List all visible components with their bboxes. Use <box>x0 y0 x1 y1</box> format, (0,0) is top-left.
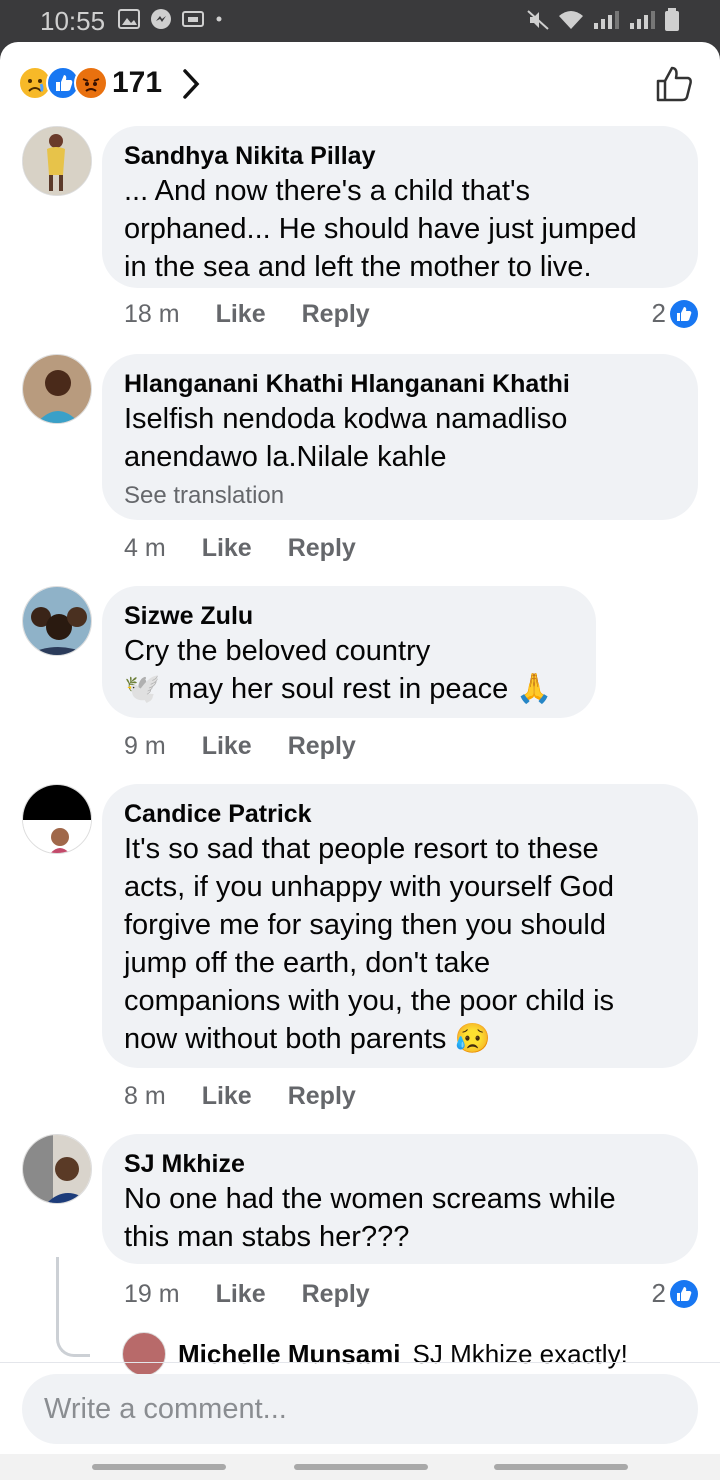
signal-icon-2 <box>630 11 655 29</box>
reaction-number: 2 <box>651 298 666 328</box>
mute-icon <box>527 10 549 30</box>
comment-composer[interactable] <box>22 1374 698 1444</box>
like-outline-icon[interactable] <box>654 64 694 104</box>
messenger-icon <box>151 9 171 29</box>
composer-divider <box>0 1362 720 1363</box>
comment-time: 9 m <box>124 732 166 760</box>
reply-thread-line <box>56 1257 90 1357</box>
comment-reaction-count[interactable]: 2 <box>652 1278 698 1309</box>
reply-author[interactable]: Michelle Munsami <box>178 1339 401 1370</box>
avatar[interactable] <box>22 1134 92 1204</box>
cast-icon <box>182 11 204 27</box>
comment-author[interactable]: SJ Mkhize <box>124 1148 676 1180</box>
system-icons <box>526 8 680 32</box>
reactions-header: 171 <box>0 42 720 126</box>
nav-pill-right[interactable] <box>494 1464 628 1470</box>
nav-pill-left[interactable] <box>92 1464 226 1470</box>
signal-icon <box>594 11 619 29</box>
like-button[interactable]: Like <box>202 732 252 761</box>
avatar[interactable] <box>22 126 92 196</box>
comment-text: ... And now there's a child that's orpha… <box>124 175 637 283</box>
status-bar: 10:55 <box>0 0 720 44</box>
status-time: 10:55 <box>40 6 106 36</box>
comment-actions: 18 m Like Reply <box>124 300 370 329</box>
reply-preview[interactable]: Michelle Munsami SJ Mkhize exactly! <box>122 1332 628 1376</box>
angry-reaction-icon <box>74 66 108 100</box>
avatar[interactable] <box>22 586 92 656</box>
comment-text: Cry the beloved country 🕊️ may her soul … <box>124 635 553 705</box>
comment-actions: 4 m Like Reply <box>124 534 356 563</box>
reply-button[interactable]: Reply <box>288 534 356 563</box>
like-button[interactable]: Like <box>202 534 252 563</box>
avatar[interactable] <box>122 1332 166 1376</box>
comment-reaction-count[interactable]: 2 <box>652 298 698 329</box>
nav-pill-center[interactable] <box>294 1464 428 1470</box>
dot-icon <box>216 16 222 22</box>
like-button[interactable]: Like <box>216 300 266 329</box>
gesture-nav-bar <box>0 1454 720 1480</box>
comment-time: 19 m <box>124 1280 180 1308</box>
comment-time: 8 m <box>124 1082 166 1110</box>
comment-bubble: Candice Patrick It's so sad that people … <box>102 784 698 1068</box>
comment-text: Iselfish nendoda kodwa namadliso anendaw… <box>124 403 568 473</box>
like-button[interactable]: Like <box>216 1280 266 1309</box>
comment-text: No one had the women screams while this … <box>124 1183 616 1253</box>
chevron-right-icon[interactable] <box>180 66 202 102</box>
comment-text: It's so sad that people resort to these … <box>124 833 615 1055</box>
like-button[interactable]: Like <box>202 1082 252 1111</box>
comment-author[interactable]: Candice Patrick <box>124 798 676 830</box>
comment-author[interactable]: Sandhya Nikita Pillay <box>124 140 676 172</box>
comment-bubble: Hlanganani Khathi Hlanganani Khathi Isel… <box>102 354 698 520</box>
gallery-icon <box>118 9 140 29</box>
like-badge-icon <box>670 299 698 328</box>
wifi-icon <box>559 11 583 29</box>
comment-time: 18 m <box>124 300 180 328</box>
reply-button[interactable]: Reply <box>288 1082 356 1111</box>
avatar[interactable] <box>22 784 92 854</box>
reply-text: SJ Mkhize exactly! <box>412 1338 628 1369</box>
comment-bubble: SJ Mkhize No one had the women screams w… <box>102 1134 698 1264</box>
like-badge-icon <box>670 1279 698 1308</box>
comment-actions: 19 m Like Reply <box>124 1280 370 1309</box>
comment-bubble: Sandhya Nikita Pillay ... And now there'… <box>102 126 698 288</box>
battery-icon <box>665 8 679 31</box>
reaction-summary[interactable] <box>18 66 110 100</box>
comments-sheet: 171 Sandhya Nikita Pillay ... And now th… <box>0 42 720 1480</box>
comment-input[interactable] <box>44 1384 644 1434</box>
reply-button[interactable]: Reply <box>288 732 356 761</box>
reply-button[interactable]: Reply <box>302 1280 370 1309</box>
see-translation-link[interactable]: See translation <box>124 480 676 512</box>
reaction-number: 2 <box>651 1278 666 1308</box>
notification-icons <box>118 8 224 30</box>
comment-actions: 9 m Like Reply <box>124 732 356 761</box>
reaction-count[interactable]: 171 <box>112 66 162 100</box>
comment-author[interactable]: Hlanganani Khathi Hlanganani Khathi <box>124 368 676 400</box>
comment-author[interactable]: Sizwe Zulu <box>124 600 574 632</box>
reply-button[interactable]: Reply <box>302 300 370 329</box>
comment-time: 4 m <box>124 534 166 562</box>
comment-bubble: Sizwe Zulu Cry the beloved country 🕊️ ma… <box>102 586 596 718</box>
avatar[interactable] <box>22 354 92 424</box>
comment-actions: 8 m Like Reply <box>124 1082 356 1111</box>
